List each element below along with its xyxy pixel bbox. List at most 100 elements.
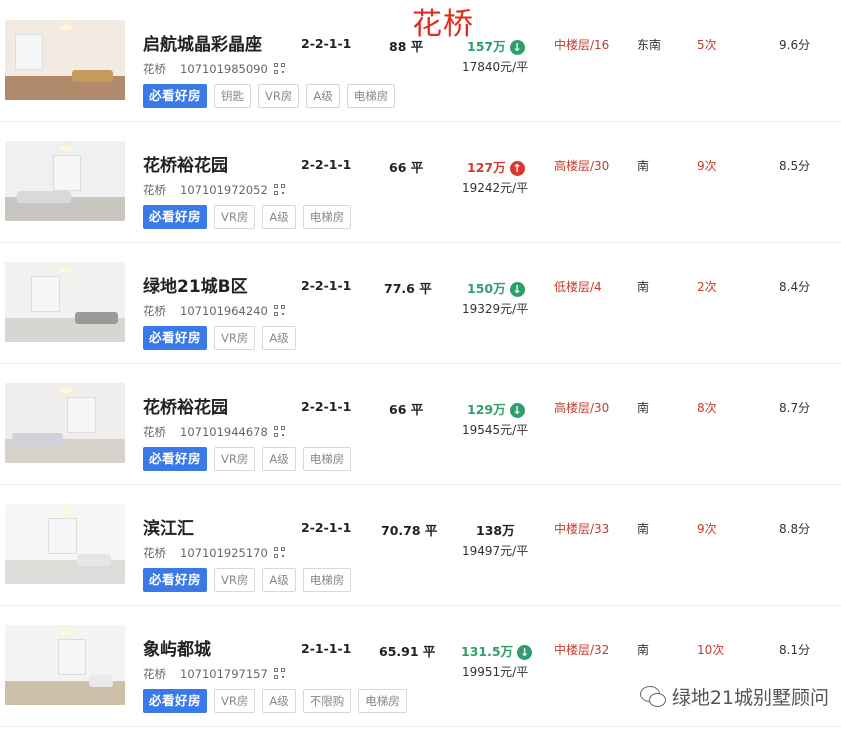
listing-row[interactable]: 花桥裕花园 花桥 107101944678 必看好房 VR房 A级 电梯房 2-2-1… — [0, 363, 841, 485]
qr-code-icon[interactable] — [273, 668, 285, 679]
listing-score: 8.1分 — [779, 643, 811, 657]
total-price: 138万 — [476, 523, 515, 538]
listing-meta: 花桥 107101972052 — [143, 182, 285, 198]
listing-tag: A级 — [262, 205, 296, 229]
listing-photo[interactable] — [5, 625, 125, 705]
view-count: 9次 — [697, 159, 717, 173]
orientation: 南 — [637, 522, 650, 536]
listing-tag: VR房 — [258, 84, 300, 108]
floor-level: 低楼层/4 — [554, 280, 602, 294]
floor-area: 70.78 平 — [381, 523, 438, 538]
room-layout: 2-2-1-1 — [301, 36, 352, 51]
listing-code: 107101944678 — [180, 425, 268, 439]
listing-photo[interactable] — [5, 383, 125, 463]
district-title: 花桥 — [412, 7, 474, 42]
price-down-icon: ↓ — [517, 645, 533, 660]
floor-area: 65.91 平 — [379, 644, 436, 659]
listing-tags: 必看好房 VR房 A级 电梯房 — [143, 447, 352, 471]
listing-tags: 必看好房 VR房 A级 电梯房 — [143, 568, 352, 592]
room-layout: 2-2-1-1 — [301, 157, 352, 172]
listing-tag: 电梯房 — [302, 568, 352, 592]
floor-area: 66 平 — [389, 160, 424, 175]
orientation: 东南 — [637, 38, 662, 52]
qr-code-icon[interactable] — [273, 305, 285, 316]
unit-price: 19951元/平 — [462, 665, 529, 679]
floor-area: 77.6 平 — [384, 281, 432, 296]
unit-price: 19242元/平 — [462, 181, 529, 195]
listing-name[interactable]: 启航城晶彩晶座 — [143, 34, 262, 56]
floor-level: 高楼层/30 — [554, 159, 610, 173]
listing-tags: 必看好房 VR房 A级 — [143, 326, 296, 350]
must-see-badge[interactable]: 必看好房 — [143, 447, 208, 471]
listing-score: 8.7分 — [779, 401, 811, 415]
room-layout: 2-2-1-1 — [301, 278, 352, 293]
listing-code: 107101797157 — [180, 667, 268, 681]
view-count: 10次 — [697, 643, 725, 657]
listing-tag: 电梯房 — [346, 84, 396, 108]
orientation: 南 — [637, 280, 650, 294]
listing-row[interactable]: 花桥裕花园 花桥 107101972052 必看好房 VR房 A级 电梯房 2-2-1… — [0, 121, 841, 243]
listing-tags: 必看好房 钥匙 VR房 A级 电梯房 — [143, 84, 396, 108]
total-price: 131.5万 ↓ — [461, 641, 533, 660]
listing-tag: A级 — [262, 326, 296, 350]
unit-price: 19545元/平 — [462, 423, 529, 437]
qr-code-icon[interactable] — [273, 426, 285, 437]
listing-name[interactable]: 花桥裕花园 — [143, 155, 228, 177]
view-count: 9次 — [697, 522, 717, 536]
listing-name[interactable]: 花桥裕花园 — [143, 397, 228, 419]
listing-meta: 花桥 107101964240 — [143, 303, 285, 319]
listing-meta: 花桥 107101925170 — [143, 545, 285, 561]
orientation: 南 — [637, 159, 650, 173]
listing-code: 107101985090 — [180, 62, 268, 76]
listing-tag: 不限购 — [302, 689, 352, 713]
must-see-badge[interactable]: 必看好房 — [143, 205, 208, 229]
listing-score: 8.5分 — [779, 159, 811, 173]
room-layout: 2-1-1-1 — [301, 641, 352, 656]
total-price: 129万 ↓ — [467, 399, 525, 418]
listing-code: 107101925170 — [180, 546, 268, 560]
total-price: 150万 ↓ — [467, 278, 525, 297]
listing-tag: A级 — [262, 447, 296, 471]
listing-name[interactable]: 绿地21城B区 — [143, 276, 248, 298]
listing-tag: 电梯房 — [358, 689, 407, 713]
wechat-icon — [639, 685, 666, 708]
listing-tags: 必看好房 VR房 A级 电梯房 — [143, 205, 352, 229]
listing-photo[interactable] — [5, 141, 125, 221]
must-see-badge[interactable]: 必看好房 — [143, 568, 208, 592]
must-see-badge[interactable]: 必看好房 — [143, 326, 208, 350]
listing-photo[interactable] — [5, 504, 125, 584]
qr-code-icon[interactable] — [273, 63, 285, 74]
listing-score: 8.4分 — [779, 280, 811, 294]
qr-code-icon[interactable] — [273, 184, 285, 195]
floor-level: 中楼层/32 — [554, 643, 610, 657]
listing-name[interactable]: 象屿都城 — [143, 639, 211, 661]
watermark-text: 绿地21城别墅顾问 — [671, 687, 829, 709]
listing-tag: VR房 — [214, 568, 256, 592]
floor-level: 中楼层/33 — [554, 522, 610, 536]
must-see-badge[interactable]: 必看好房 — [143, 84, 208, 108]
listing-code: 107101972052 — [180, 183, 268, 197]
listing-row[interactable]: 滨江汇 花桥 107101925170 必看好房 VR房 A级 电梯房 2-2-1-1… — [0, 484, 841, 606]
room-layout: 2-2-1-1 — [301, 399, 352, 414]
floor-level: 高楼层/30 — [554, 401, 610, 415]
price-down-icon: ↓ — [509, 282, 525, 297]
floor-level: 中楼层/16 — [554, 38, 610, 52]
listing-row[interactable]: 绿地21城B区 花桥 107101964240 必看好房 VR房 A级 2-2-1-… — [0, 242, 841, 364]
listing-photo[interactable] — [5, 20, 125, 100]
listing-photo[interactable] — [5, 262, 125, 342]
unit-price: 19329元/平 — [462, 302, 529, 316]
qr-code-icon[interactable] — [273, 547, 285, 558]
listing-score: 8.8分 — [779, 522, 811, 536]
listing-district: 花桥 — [143, 546, 166, 560]
room-layout: 2-2-1-1 — [301, 520, 352, 535]
listing-tag: VR房 — [214, 326, 256, 350]
price-up-icon: ↑ — [509, 161, 525, 176]
listing-district: 花桥 — [143, 425, 166, 439]
must-see-badge[interactable]: 必看好房 — [143, 689, 208, 713]
orientation: 南 — [637, 643, 650, 657]
orientation: 南 — [637, 401, 650, 415]
listing-meta: 花桥 107101985090 — [143, 61, 285, 77]
listing-district: 花桥 — [143, 62, 166, 76]
listing-district: 花桥 — [143, 667, 166, 681]
listing-name[interactable]: 滨江汇 — [143, 518, 194, 540]
